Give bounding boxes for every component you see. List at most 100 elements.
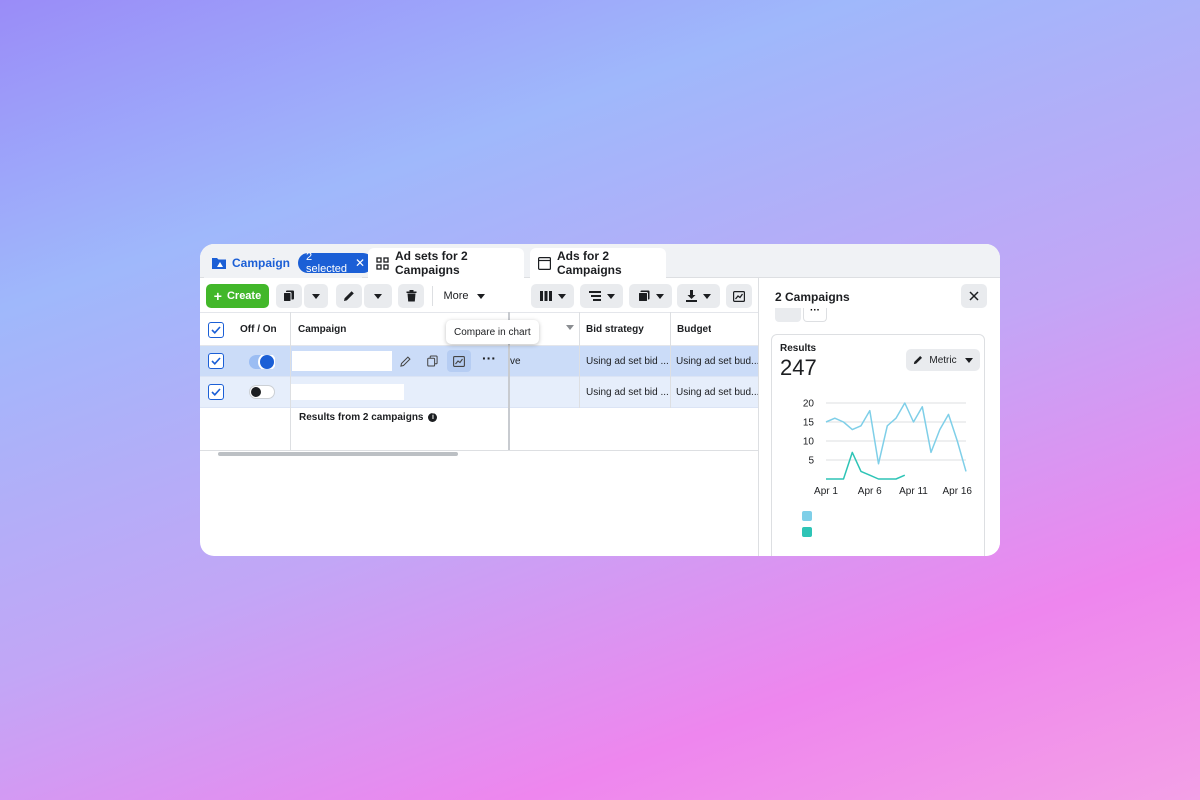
edit-row-icon[interactable] [393,350,417,372]
header-campaign[interactable]: Campaign [298,313,346,345]
clear-selection-icon[interactable]: ✕ [355,256,365,270]
metric-button[interactable]: Metric [906,349,980,371]
header-off-on[interactable]: Off / On [240,313,277,345]
duplicate-row-icon[interactable] [420,350,444,372]
campaign-folder-icon [212,257,226,269]
pencil-icon [914,356,923,365]
tab-campaign[interactable]: Campaign 2 selected ✕ [204,248,374,278]
tab-ads-label: Ads for 2 Campaigns [557,249,622,277]
duplicate-dropdown[interactable] [304,284,328,308]
tab-ads[interactable]: Ads for 2 Campaigns [530,248,666,278]
pencil-icon [344,291,354,301]
edit-dropdown[interactable] [364,284,392,308]
budget-cell: Using ad set bud... [676,386,758,398]
campaign-toggle-off[interactable] [249,385,275,399]
plus-icon: + [213,288,222,304]
info-icon[interactable]: i [428,413,438,422]
chart-tab-stub[interactable] [775,308,801,322]
duplicate-button[interactable] [276,284,302,308]
bid-strategy-cell: Using ad set bid ... [586,355,669,367]
more-icon: ··· [810,305,820,316]
close-panel-button[interactable] [961,284,987,308]
y-tick-label: 10 [803,437,815,448]
delivery-cell: ve [510,355,521,367]
selected-badge[interactable]: 2 selected ✕ [298,251,374,275]
column-divider [670,312,671,408]
budget-cell: Using ad set bud... [676,355,758,367]
tab-ad-sets-label: Ad sets for 2 Campaigns [395,249,468,277]
edit-button[interactable] [336,284,362,308]
results-card: Results 247 Metric 5 10 15 20 Apr 1 Apr 6 Apr … [771,334,985,556]
toolbar-divider [432,286,433,306]
toolbar: + Create More [200,278,758,312]
y-tick-label: 20 [803,399,815,410]
chevron-down-icon [374,293,382,299]
column-divider [290,312,291,451]
table-bottom-border [200,450,758,451]
select-all-checkbox[interactable] [208,321,226,339]
panel-title: 2 Campaigns [775,290,850,304]
y-tick-label: 15 [803,418,815,429]
checkmark-icon [211,357,221,365]
results-summary-label: Results from 2 campaigns [299,412,424,423]
tab-bar: Campaign 2 selected ✕ Ad sets for 2 Camp… [200,244,1000,278]
export-button[interactable] [677,284,720,308]
x-tick-label: Apr 11 [899,486,928,497]
chart-icon [733,290,745,302]
more-button-label: More [443,290,469,302]
results-summary: Results from 2 campaigns i [299,412,438,423]
checkmark-icon [211,326,221,334]
more-button[interactable]: More [438,284,490,308]
series-line-2 [826,451,906,480]
compare-in-chart-icon[interactable] [447,350,471,372]
campaign-name-field[interactable] [290,384,404,400]
header-bid-strategy[interactable]: Bid strategy [586,313,644,345]
chevron-down-icon [703,293,711,299]
duplicate-icon [283,290,294,302]
tab-ad-sets[interactable]: Ad sets for 2 Campaigns [368,248,524,278]
trash-icon [406,290,416,302]
selected-badge-label: 2 selected [306,251,347,275]
tab-campaign-label: Campaign [232,256,291,270]
more-options-icon[interactable]: ··· [477,350,501,372]
table-row[interactable]: Using ad set bid ... Using ad set bud... [200,377,758,408]
columns-button[interactable] [531,284,574,308]
row-checkbox[interactable] [208,384,224,400]
x-tick-label: Apr 6 [858,486,882,497]
side-panel: 2 Campaigns ··· Results 247 Metric 5 10 15… [758,278,1000,556]
results-label: Results [780,343,817,354]
compare-in-chart-tooltip: Compare in chart [446,320,539,344]
legend-swatch-series-1 [802,511,812,521]
bid-strategy-cell: Using ad set bid ... [586,386,669,398]
chart-options-stub[interactable]: ··· [803,305,827,322]
ads-manager-window: Campaign 2 selected ✕ Ad sets for 2 Camp… [200,244,1000,556]
download-icon [686,290,697,302]
sort-caret-icon[interactable] [566,325,574,330]
checkmark-icon [211,388,221,396]
grid-icon [376,256,389,270]
results-line-chart: 5 10 15 20 Apr 1 Apr 6 Apr 11 Apr 16 [803,399,973,498]
delete-button[interactable] [398,284,424,308]
series-line-1 [825,402,967,472]
table-row[interactable]: ··· ve Using ad set bid ... Using ad set… [200,346,758,377]
breakdown-icon [588,291,601,301]
horizontal-scrollbar[interactable] [218,452,458,456]
chart-view-button[interactable] [726,284,752,308]
legend-swatch-series-2 [802,527,812,537]
breakdown-button[interactable] [580,284,623,308]
chevron-down-icon [557,293,566,299]
row-checkbox[interactable] [208,353,224,369]
x-tick-label: Apr 1 [814,486,838,497]
create-button[interactable]: + Create [206,284,269,308]
reports-button[interactable] [629,284,672,308]
campaign-name-field[interactable] [292,351,392,371]
close-icon [969,291,979,301]
chevron-down-icon [312,293,320,299]
chevron-down-icon [655,293,664,299]
results-value: 247 [780,355,817,380]
chevron-down-icon [964,357,973,363]
window-icon [538,256,551,270]
y-tick-label: 5 [808,456,814,467]
campaign-toggle-on[interactable] [249,355,275,369]
header-budget[interactable]: Budget [677,313,711,345]
